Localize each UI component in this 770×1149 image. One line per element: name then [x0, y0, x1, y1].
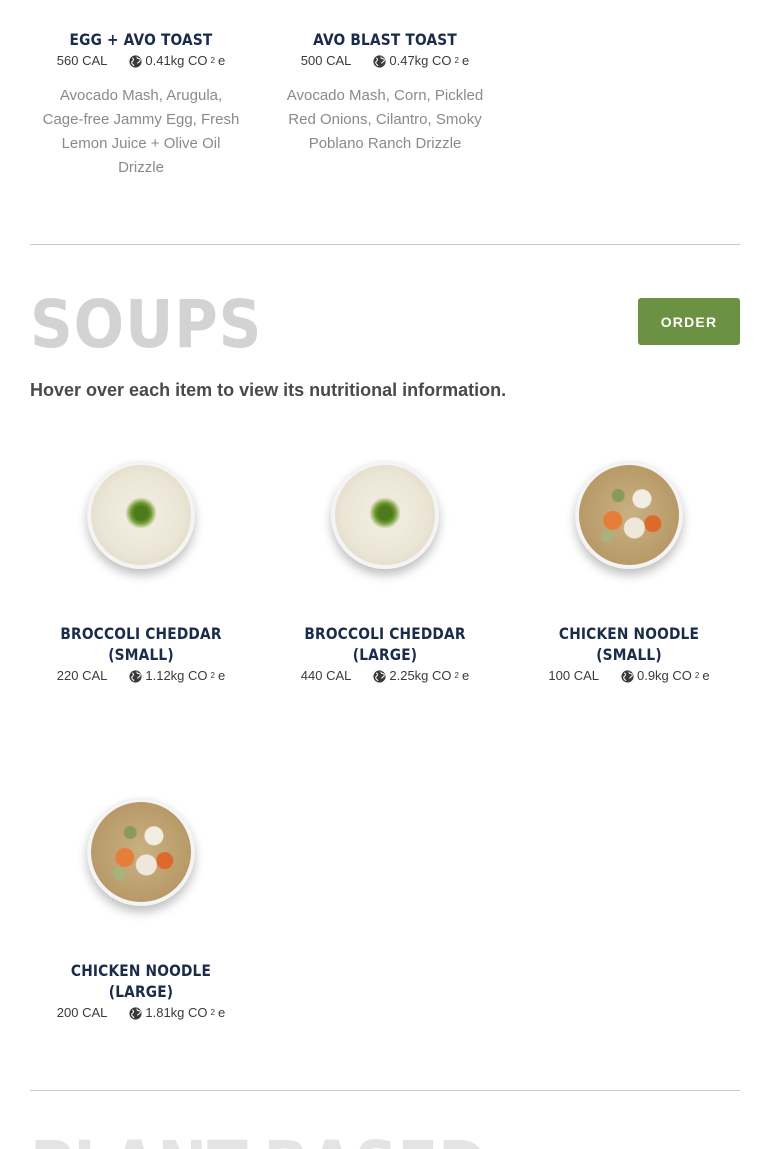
item-meta: 200 CAL 1.81kg CO 2 e [30, 1004, 252, 1022]
co2-subscript: 2 [210, 56, 215, 65]
item-meta: 220 CAL 1.12kg CO 2 e [30, 667, 252, 685]
co2-suffix: e [217, 668, 226, 683]
section-title-plant-based: PLANT-BASED [30, 1133, 487, 1149]
co2-footprint: 0.9kg CO 2 e [621, 667, 710, 685]
menu-item-avo-blast-toast[interactable]: AVO BLAST TOAST 500 CAL 0.47kg CO 2 e Avoc… [274, 29, 496, 156]
soup-image-chicken-noodle-large[interactable] [87, 798, 195, 906]
co2-suffix: e [461, 668, 470, 683]
globe-icon [373, 54, 386, 68]
co2-footprint: 1.81kg CO 2 e [129, 1004, 225, 1022]
co2-suffix: e [217, 53, 226, 68]
calories: 500 CAL [300, 53, 352, 68]
menu-item-egg-avo-toast[interactable]: EGG + AVO TOAST 560 CAL 0.41kg CO 2 e Avoc… [30, 29, 252, 180]
menu-item-broccoli-cheddar-large[interactable]: BROCCOLI CHEDDAR (LARGE) 440 CAL 2.25kg … [274, 623, 496, 685]
co2-subscript: 2 [210, 671, 215, 680]
broccoli-garnish [369, 497, 401, 529]
calories: 220 CAL [56, 668, 108, 683]
item-meta: 500 CAL 0.47kg CO 2 e [274, 52, 496, 70]
co2-value: 0.9kg CO [636, 668, 692, 683]
item-name: AVO BLAST TOAST [313, 30, 457, 49]
section-title-soups: SOUPS [30, 286, 263, 363]
co2-value: 1.12kg CO [145, 668, 208, 683]
co2-suffix: e [217, 1005, 226, 1020]
co2-suffix: e [461, 53, 470, 68]
item-name: EGG + AVO TOAST [69, 30, 213, 49]
co2-subscript: 2 [454, 671, 459, 680]
co2-value: 2.25kg CO [389, 668, 452, 683]
item-meta: 560 CAL 0.41kg CO 2 e [30, 52, 252, 70]
item-description: Avocado Mash, Arugula, Cage-free Jammy E… [42, 87, 240, 176]
globe-icon [373, 669, 386, 683]
co2-subscript: 2 [454, 56, 459, 65]
calories: 100 CAL [548, 668, 599, 683]
item-name: BROCCOLI CHEDDAR (SMALL) [60, 624, 222, 664]
menu-item-chicken-noodle-small[interactable]: CHICKEN NOODLE (SMALL) 100 CAL 0.9kg CO 2… [518, 623, 740, 685]
co2-footprint: 0.47kg CO 2 e [373, 52, 469, 70]
soup-image-broccoli-cheddar-small[interactable] [87, 461, 195, 569]
order-button[interactable]: ORDER [638, 298, 740, 345]
nutrition-hint: Hover over each item to view its nutriti… [30, 380, 507, 400]
globe-icon [129, 669, 142, 683]
item-meta: 100 CAL 0.9kg CO 2 e [518, 667, 740, 685]
menu-item-chicken-noodle-large[interactable]: CHICKEN NOODLE (LARGE) 200 CAL 1.81kg CO… [30, 960, 252, 1022]
soup-image-broccoli-cheddar-large[interactable] [331, 461, 439, 569]
item-description: Avocado Mash, Corn, Pickled Red Onions, … [286, 87, 484, 152]
co2-value: 0.47kg CO [389, 53, 452, 68]
calories: 440 CAL [300, 668, 352, 683]
section-divider [30, 1090, 740, 1091]
co2-subscript: 2 [694, 671, 700, 680]
globe-icon [129, 54, 142, 68]
menu-item-broccoli-cheddar-small[interactable]: BROCCOLI CHEDDAR (SMALL) 220 CAL 1.12kg … [30, 623, 252, 685]
section-divider [30, 244, 740, 245]
item-name: CHICKEN NOODLE (LARGE) [70, 961, 212, 1001]
broccoli-garnish [125, 497, 157, 529]
calories: 560 CAL [56, 53, 108, 68]
co2-suffix: e [702, 668, 710, 683]
co2-value: 0.41kg CO [145, 53, 208, 68]
item-meta: 440 CAL 2.25kg CO 2 e [274, 667, 496, 685]
co2-footprint: 1.12kg CO 2 e [129, 667, 225, 685]
globe-icon [621, 669, 634, 683]
co2-footprint: 0.41kg CO 2 e [129, 52, 225, 70]
globe-icon [129, 1006, 142, 1020]
calories: 200 CAL [56, 1005, 108, 1020]
co2-value: 1.81kg CO [145, 1005, 208, 1020]
item-name: BROCCOLI CHEDDAR (LARGE) [304, 624, 466, 664]
soup-image-chicken-noodle-small[interactable] [575, 461, 683, 569]
co2-subscript: 2 [210, 1008, 215, 1017]
co2-footprint: 2.25kg CO 2 e [373, 667, 469, 685]
item-name: CHICKEN NOODLE (SMALL) [558, 624, 700, 664]
